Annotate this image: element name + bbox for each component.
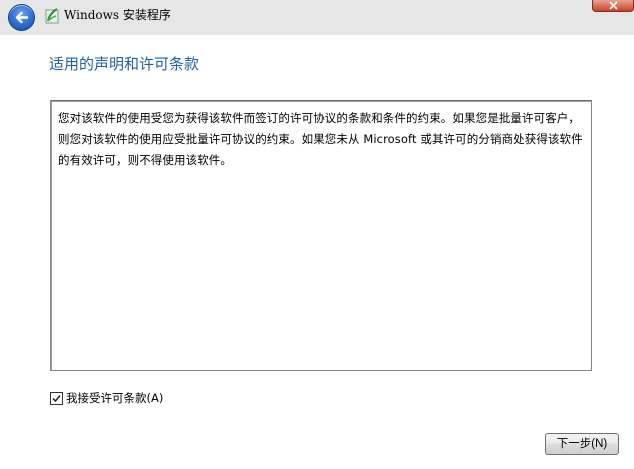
back-arrow-icon	[15, 11, 29, 24]
window-title: Windows 安装程序	[64, 8, 171, 22]
close-icon	[609, 1, 618, 10]
setup-window: Windows 安装程序 适用的声明和许可条款 您对该软件的使用受您为获得该软件…	[0, 0, 634, 469]
accept-license-label: 我接受许可条款(A)	[66, 391, 164, 405]
checkmark-icon	[52, 394, 61, 402]
license-text: 您对该软件的使用受您为获得该软件而签订的许可协议的条款和条件的约束。如果您是批量…	[58, 111, 583, 167]
content-area: 适用的声明和许可条款 您对该软件的使用受您为获得该软件而签订的许可协议的条款和条…	[6, 35, 628, 463]
accept-license-option[interactable]: 我接受许可条款(A)	[50, 391, 163, 405]
close-button[interactable]	[592, 0, 634, 12]
accept-license-checkbox[interactable]	[50, 391, 63, 405]
next-button[interactable]: 下一步(N)	[545, 433, 619, 455]
page-title: 适用的声明和许可条款	[49, 55, 200, 73]
title-bar: Windows 安装程序	[0, 0, 634, 35]
back-button[interactable]	[8, 4, 35, 31]
license-text-box[interactable]: 您对该软件的使用受您为获得该软件而签订的许可协议的条款和条件的约束。如果您是批量…	[50, 100, 592, 371]
windows-setup-icon	[45, 8, 59, 24]
